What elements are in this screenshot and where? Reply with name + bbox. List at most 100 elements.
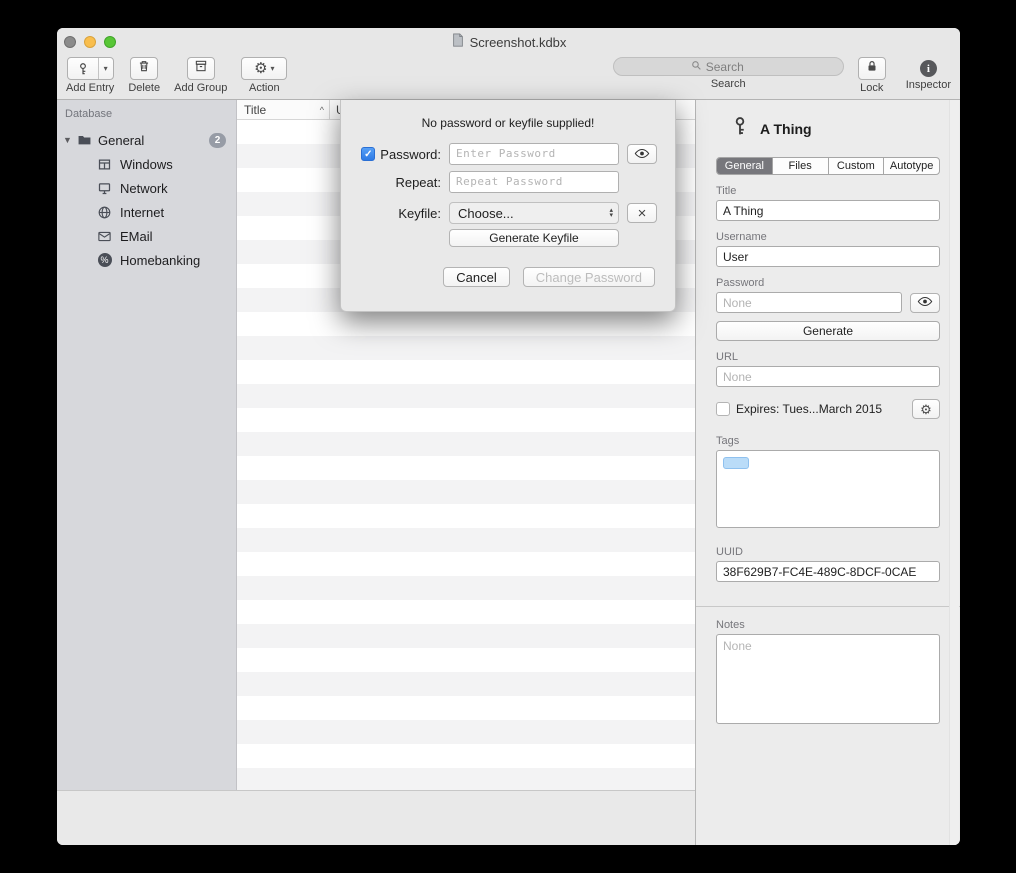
windows-icon <box>97 157 112 172</box>
dialog-message: No password or keyfile supplied! <box>341 116 675 130</box>
sidebar-item-internet[interactable]: Internet <box>57 200 236 224</box>
uuid-field[interactable] <box>716 561 940 582</box>
tab-files[interactable]: Files <box>773 158 829 174</box>
folder-icon <box>77 133 92 148</box>
disclosure-triangle-icon[interactable]: ▼ <box>63 135 77 145</box>
notes-field[interactable]: None <box>716 634 940 724</box>
entry-title: A Thing <box>760 121 812 137</box>
sidebar-item-label: EMail <box>120 229 153 244</box>
group-count-badge: 2 <box>209 133 226 148</box>
tags-field[interactable] <box>716 450 940 528</box>
title-area: Screenshot.kdbx <box>57 28 960 56</box>
sidebar-group-general[interactable]: ▼ General 2 <box>57 128 236 152</box>
keyfile-popup-value: Choose... <box>458 206 514 221</box>
url-field[interactable] <box>716 366 940 387</box>
group-box-icon <box>194 59 208 78</box>
action-item: ⚙ ▾ Action <box>241 57 287 94</box>
dialog-repeat-label: Repeat: <box>395 175 441 190</box>
sidebar-item-label: Internet <box>120 205 164 220</box>
add-group-item: Add Group <box>174 57 227 94</box>
column-header-title[interactable]: Title ^ <box>237 100 330 119</box>
reveal-password-button[interactable] <box>910 293 940 313</box>
sidebar-item-windows[interactable]: Windows <box>57 152 236 176</box>
tab-custom[interactable]: Custom <box>829 158 885 174</box>
network-icon <box>97 181 112 196</box>
envelope-icon <box>97 229 112 244</box>
add-group-button[interactable] <box>187 57 215 80</box>
column-title-label: Title <box>244 103 266 117</box>
lock-item: Lock <box>858 57 886 94</box>
title-label: Title <box>716 185 940 197</box>
dialog-reveal-password-button[interactable] <box>627 144 657 164</box>
username-label: Username <box>716 231 940 243</box>
password-row: ✓ Password: <box>361 143 655 165</box>
sidebar-item-email[interactable]: EMail <box>57 224 236 248</box>
delete-button[interactable] <box>130 57 158 80</box>
inspector-label: Inspector <box>906 79 951 91</box>
sidebar-item-label: Homebanking <box>120 253 200 268</box>
search-field[interactable] <box>613 57 844 76</box>
change-password-button[interactable]: Change Password <box>523 267 655 287</box>
window-title: Screenshot.kdbx <box>470 35 567 50</box>
keyfile-popup[interactable]: Choose... ▴▾ <box>449 202 619 224</box>
titlebar: Screenshot.kdbx <box>57 28 960 56</box>
password-label: Password <box>716 277 940 289</box>
globe-icon <box>97 205 112 220</box>
username-field[interactable] <box>716 246 940 267</box>
uuid-label: UUID <box>716 546 940 558</box>
search-item: Search <box>613 57 844 90</box>
notes-placeholder: None <box>723 639 752 653</box>
search-input[interactable] <box>706 60 766 74</box>
delete-label: Delete <box>128 82 160 94</box>
trash-icon <box>137 59 151 78</box>
eye-icon <box>634 147 650 162</box>
inspector-tabs: General Files Custom Autotype <box>716 157 940 175</box>
add-entry-dropdown[interactable]: ▾ <box>98 58 113 79</box>
dialog-password-input[interactable] <box>449 143 619 165</box>
expires-settings-button[interactable]: ⚙ <box>912 399 940 419</box>
sidebar-item-label: Network <box>120 181 168 196</box>
search-label: Search <box>711 78 746 90</box>
password-field[interactable] <box>716 292 902 313</box>
tab-general[interactable]: General <box>717 158 773 174</box>
document-icon <box>451 33 465 52</box>
bottom-bar <box>57 790 695 845</box>
chevron-down-icon: ▾ <box>271 64 275 73</box>
sidebar-group-label: General <box>98 133 144 148</box>
tab-autotype[interactable]: Autotype <box>884 158 939 174</box>
entry-header: A Thing <box>716 116 940 141</box>
keyfile-row: Keyfile: Choose... ▴▾ × <box>361 202 655 224</box>
action-button[interactable]: ⚙ ▾ <box>241 57 287 80</box>
dialog-keyfile-label: Keyfile: <box>398 206 441 221</box>
expires-row: Expires: Tues...March 2015 ⚙ <box>716 399 940 419</box>
title-field[interactable] <box>716 200 940 221</box>
key-icon <box>68 58 98 79</box>
sidebar-item-label: Windows <box>120 157 173 172</box>
repeat-row: Repeat: <box>361 171 655 193</box>
sidebar-item-network[interactable]: Network <box>57 176 236 200</box>
add-entry-label: Add Entry <box>66 82 114 94</box>
inspector-scrollbar[interactable] <box>949 100 959 845</box>
toolbar: ▾ Add Entry Delete Add Group ⚙ ▾ <box>57 56 960 100</box>
dialog-repeat-input[interactable] <box>449 171 619 193</box>
clear-keyfile-button[interactable]: × <box>627 203 657 223</box>
search-icon <box>691 58 702 76</box>
password-checkbox[interactable]: ✓ <box>361 147 375 161</box>
sort-ascending-icon: ^ <box>320 105 324 115</box>
macpass-window: Screenshot.kdbx ▾ Add Entry Delete <box>57 28 960 845</box>
key-icon <box>730 116 750 141</box>
expires-checkbox[interactable] <box>716 402 730 416</box>
cancel-button[interactable]: Cancel <box>443 267 509 287</box>
sidebar-item-homebanking[interactable]: % Homebanking <box>57 248 236 272</box>
add-entry-button[interactable]: ▾ <box>67 57 114 80</box>
generate-password-button[interactable]: Generate <box>716 321 940 341</box>
generate-keyfile-button[interactable]: Generate Keyfile <box>449 229 619 247</box>
eye-icon <box>917 295 933 310</box>
lock-button[interactable] <box>858 57 886 80</box>
notes-divider <box>696 606 960 607</box>
info-icon[interactable]: i <box>920 60 937 77</box>
generate-keyfile-row: Generate Keyfile <box>361 229 655 247</box>
gear-icon: ⚙ <box>254 61 267 76</box>
tag-chip <box>723 457 749 469</box>
add-entry-item: ▾ Add Entry <box>66 57 114 94</box>
